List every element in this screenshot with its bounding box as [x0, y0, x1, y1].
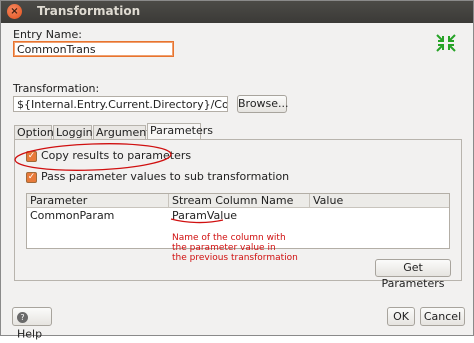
annotation-line-3: the previous transformation	[172, 253, 298, 263]
help-icon: ?	[17, 311, 28, 323]
transformation-dialog: × Transformation Entry Name: CommonTrans…	[0, 0, 474, 341]
get-parameters-button[interactable]: Get Parameters	[375, 259, 451, 290]
annotation-line-1: Name of the column with	[172, 233, 286, 243]
help-label: Help	[17, 327, 43, 341]
ok-button[interactable]: OK	[387, 307, 415, 326]
annotation-line-2: the parameter value in	[172, 243, 276, 253]
cancel-button[interactable]: Cancel	[420, 307, 465, 326]
help-button[interactable]: ? Help	[12, 307, 52, 341]
